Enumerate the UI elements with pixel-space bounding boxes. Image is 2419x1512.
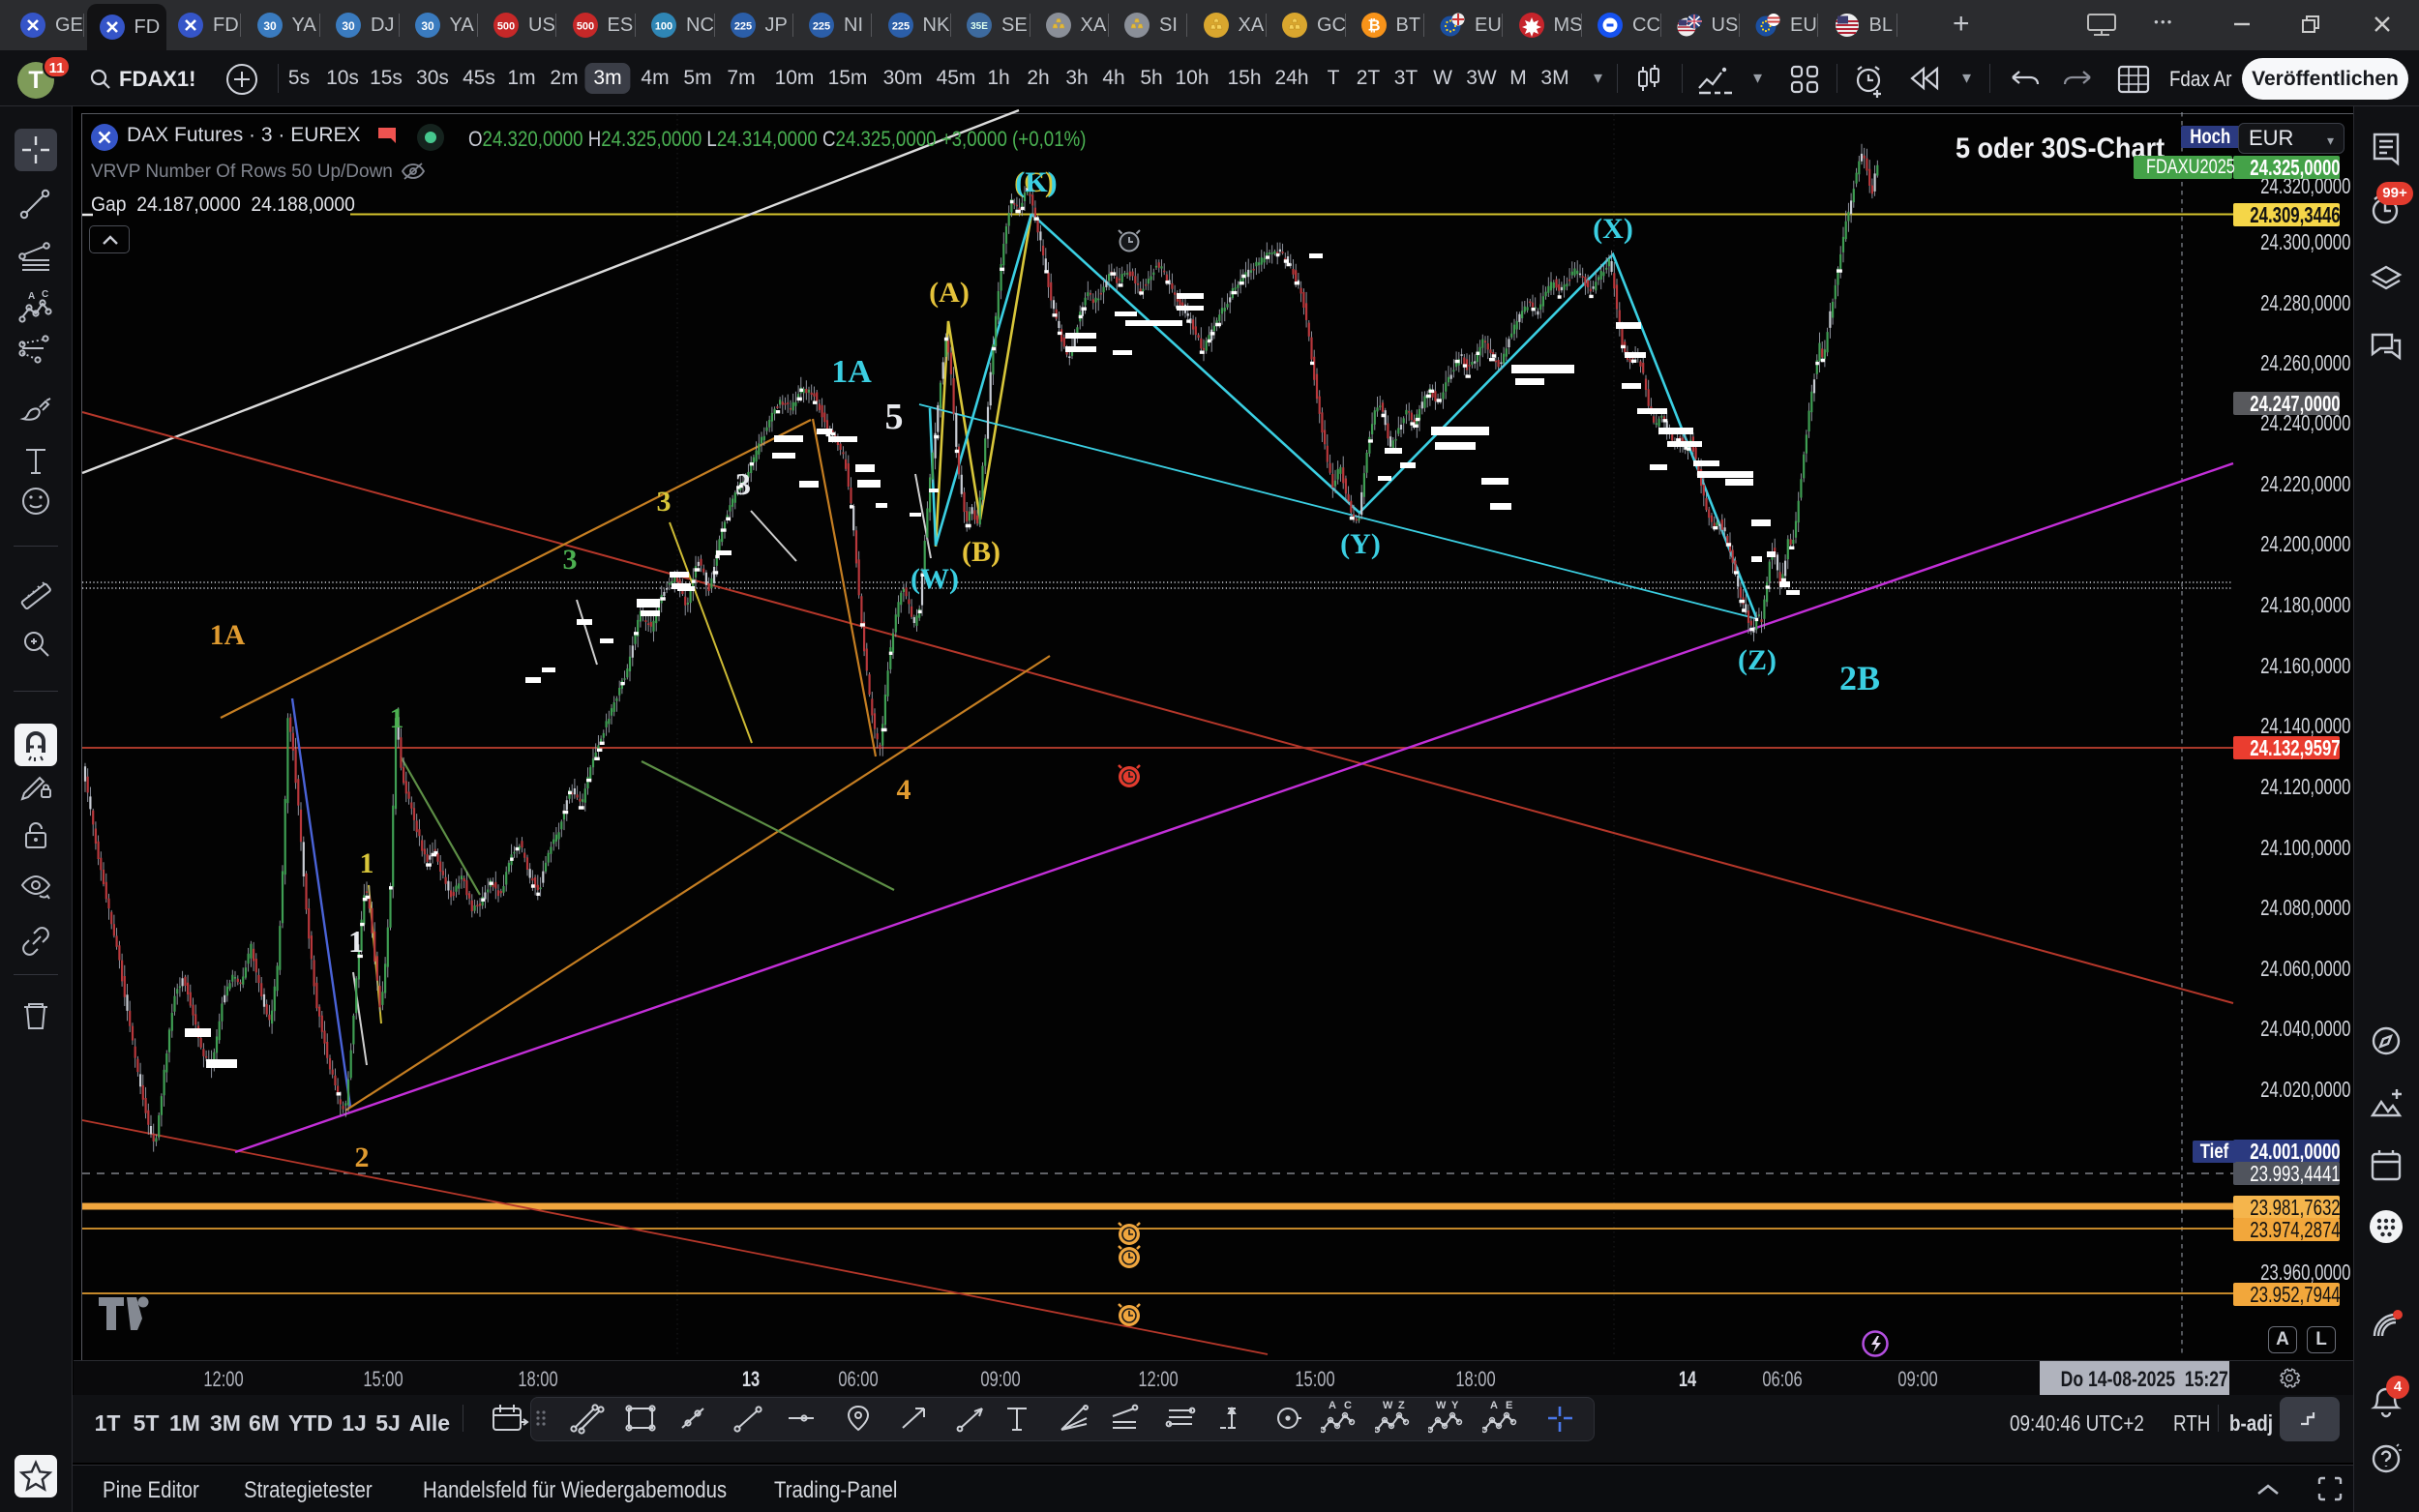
- svg-text:1: 1: [360, 847, 374, 879]
- svg-text:3: 3: [563, 544, 578, 576]
- svg-text:500: 500: [497, 21, 515, 33]
- svg-text:Y: Y: [1451, 1400, 1459, 1411]
- svg-text:100: 100: [655, 21, 672, 33]
- svg-text:30: 30: [421, 19, 434, 33]
- svg-text:35E: 35E: [971, 21, 988, 32]
- svg-text:4: 4: [897, 774, 911, 806]
- svg-text:225: 225: [733, 21, 751, 33]
- svg-text:1: 1: [390, 702, 404, 734]
- svg-text:3: 3: [735, 466, 751, 501]
- svg-text:A: A: [1329, 1400, 1336, 1411]
- svg-text:1: 1: [348, 924, 364, 959]
- svg-text:225: 225: [891, 21, 909, 33]
- svg-text:225: 225: [813, 21, 830, 33]
- svg-text:500: 500: [576, 21, 593, 33]
- svg-text:(X): (X): [1593, 213, 1633, 245]
- svg-text:(W): (W): [911, 563, 959, 595]
- svg-text:30: 30: [263, 19, 277, 33]
- svg-text:30: 30: [342, 19, 355, 33]
- svg-text:3: 3: [657, 486, 672, 518]
- svg-text:(Y): (Y): [1340, 528, 1381, 560]
- svg-text:C: C: [1344, 1400, 1352, 1411]
- svg-text:A: A: [28, 291, 35, 302]
- svg-text:1A: 1A: [831, 354, 872, 390]
- svg-text:2: 2: [355, 1141, 370, 1173]
- svg-text:Z: Z: [1398, 1400, 1405, 1411]
- svg-text:A: A: [1490, 1400, 1498, 1411]
- svg-text:2B: 2B: [1839, 659, 1880, 697]
- svg-text:W: W: [1436, 1400, 1447, 1411]
- svg-text:5: 5: [885, 397, 904, 437]
- svg-text:₿: ₿: [1367, 17, 1380, 35]
- svg-text:(K): (K): [1015, 166, 1057, 198]
- svg-text:1A: 1A: [210, 619, 246, 651]
- svg-text:(A): (A): [929, 277, 970, 309]
- svg-text:E: E: [1506, 1400, 1512, 1411]
- svg-text:C: C: [42, 289, 48, 300]
- svg-text:(Z): (Z): [1738, 644, 1777, 676]
- svg-text:W: W: [1383, 1400, 1393, 1411]
- svg-text:(B): (B): [962, 536, 1000, 568]
